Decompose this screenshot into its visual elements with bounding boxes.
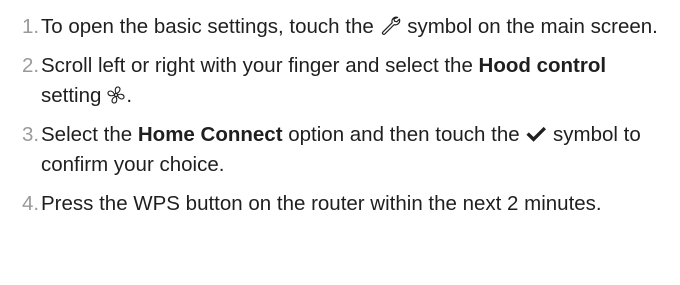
step-text: Press the WPS button on the router withi… [41, 192, 602, 215]
step-text: To open the basic settings, touch the [41, 15, 374, 38]
checkmark-icon [525, 124, 547, 144]
step-text: symbol on the main screen. [407, 15, 658, 38]
step-text: Select the [41, 123, 133, 146]
step-2: 2. Scroll left or right with your finger… [12, 51, 668, 111]
step-3: 3. Select the Home Connect option and th… [12, 120, 668, 180]
step-1: 1. To open the basic settings, touch the… [12, 12, 668, 42]
step-text: Scroll left or right with your finger an… [41, 54, 473, 77]
setting-name: Hood control [478, 54, 607, 77]
step-number: 2. [22, 54, 40, 77]
fan-icon [106, 85, 126, 105]
step-4: 4. Press the WPS button on the router wi… [12, 189, 668, 219]
step-number: 3. [22, 123, 40, 146]
step-text: option and then touch the [288, 123, 520, 146]
instruction-steps: 1. To open the basic settings, touch the… [0, 0, 680, 219]
step-number: 4. [22, 192, 40, 215]
step-text: . [126, 84, 133, 107]
wrench-icon [379, 14, 401, 36]
option-name: Home Connect [137, 123, 283, 146]
step-number: 1. [22, 15, 40, 38]
step-text: setting [41, 84, 102, 107]
